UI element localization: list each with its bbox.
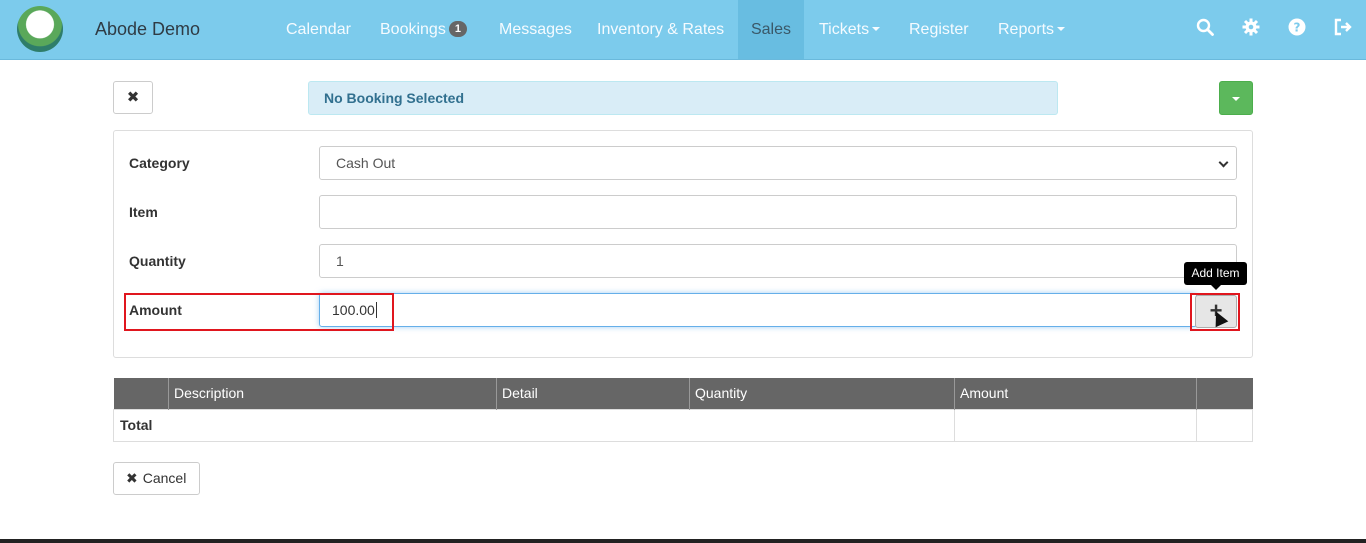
cancel-label: Cancel	[142, 470, 187, 486]
chevron-down-icon	[1057, 27, 1066, 31]
bookings-count-badge: 1	[448, 21, 467, 37]
close-icon: ✖	[126, 470, 138, 486]
svg-text:?: ?	[1294, 21, 1301, 35]
total-actions-cell	[1196, 408, 1253, 442]
nav-messages-label: Messages	[499, 21, 572, 38]
chevron-down-icon	[1218, 157, 1229, 168]
nav-inventory-rates[interactable]: Inventory & Rates	[597, 0, 724, 59]
quantity-label: Quantity	[129, 253, 186, 269]
total-amount-cell	[954, 408, 1197, 442]
nav-sales[interactable]: Sales	[738, 0, 804, 59]
nav-tickets-label: Tickets	[819, 21, 870, 38]
nav-inventory-label: Inventory & Rates	[597, 21, 725, 38]
add-item-tooltip: Add Item	[1184, 262, 1247, 290]
quantity-input[interactable]: 1	[319, 244, 1237, 278]
chevron-down-icon	[872, 27, 881, 31]
chevron-down-icon	[1232, 97, 1240, 101]
amount-input[interactable]: 100.00	[319, 293, 1197, 327]
table-header-blank	[113, 378, 169, 409]
table-header-quantity: Quantity	[689, 378, 955, 409]
nav-messages[interactable]: Messages	[499, 0, 572, 59]
amount-value: 100.00	[332, 302, 375, 318]
nav-calendar-label: Calendar	[286, 21, 351, 38]
item-label: Item	[129, 204, 158, 220]
text-cursor	[375, 302, 377, 318]
nav-bookings[interactable]: Bookings 1	[380, 0, 467, 59]
nav-calendar[interactable]: Calendar	[286, 0, 351, 59]
actions-dropdown-button[interactable]	[1219, 81, 1253, 115]
nav-reports-label: Reports	[998, 21, 1055, 38]
brand-name[interactable]: Abode Demo	[95, 19, 200, 40]
table-header-detail: Detail	[496, 378, 690, 409]
nav-register[interactable]: Register	[909, 0, 969, 59]
table-header-description: Description	[168, 378, 497, 409]
nav-tickets[interactable]: Tickets	[819, 0, 881, 59]
category-label: Category	[129, 155, 190, 171]
cancel-button[interactable]: ✖ Cancel	[113, 462, 200, 495]
booking-status-alert: No Booking Selected	[308, 81, 1058, 115]
table-header-row: Description Detail Quantity Amount	[113, 378, 1253, 409]
sale-items-table: Description Detail Quantity Amount Total	[113, 378, 1253, 442]
sign-out-icon[interactable]	[1332, 18, 1354, 40]
top-navbar: Abode Demo Calendar Bookings 1 Messages I…	[0, 0, 1366, 60]
item-input[interactable]	[319, 195, 1237, 229]
category-select[interactable]: Cash Out	[319, 146, 1237, 180]
gear-icon[interactable]	[1240, 18, 1262, 40]
nav-reports[interactable]: Reports	[998, 0, 1066, 59]
nav-bookings-label: Bookings	[380, 21, 446, 38]
app-logo[interactable]	[17, 6, 63, 52]
category-selected-value: Cash Out	[336, 155, 396, 171]
table-header-amount: Amount	[954, 378, 1197, 409]
help-icon[interactable]: ?	[1286, 18, 1308, 40]
close-icon: ✖	[126, 89, 140, 106]
amount-label: Amount	[129, 302, 182, 318]
nav-register-label: Register	[909, 21, 969, 38]
total-label: Total	[113, 408, 955, 442]
search-icon[interactable]	[1194, 18, 1216, 40]
nav-sales-label: Sales	[750, 21, 792, 38]
page-bottom-border	[0, 539, 1366, 543]
table-header-actions	[1196, 378, 1253, 409]
table-total-row: Total	[113, 408, 1253, 442]
close-sale-button[interactable]: ✖	[113, 81, 153, 114]
